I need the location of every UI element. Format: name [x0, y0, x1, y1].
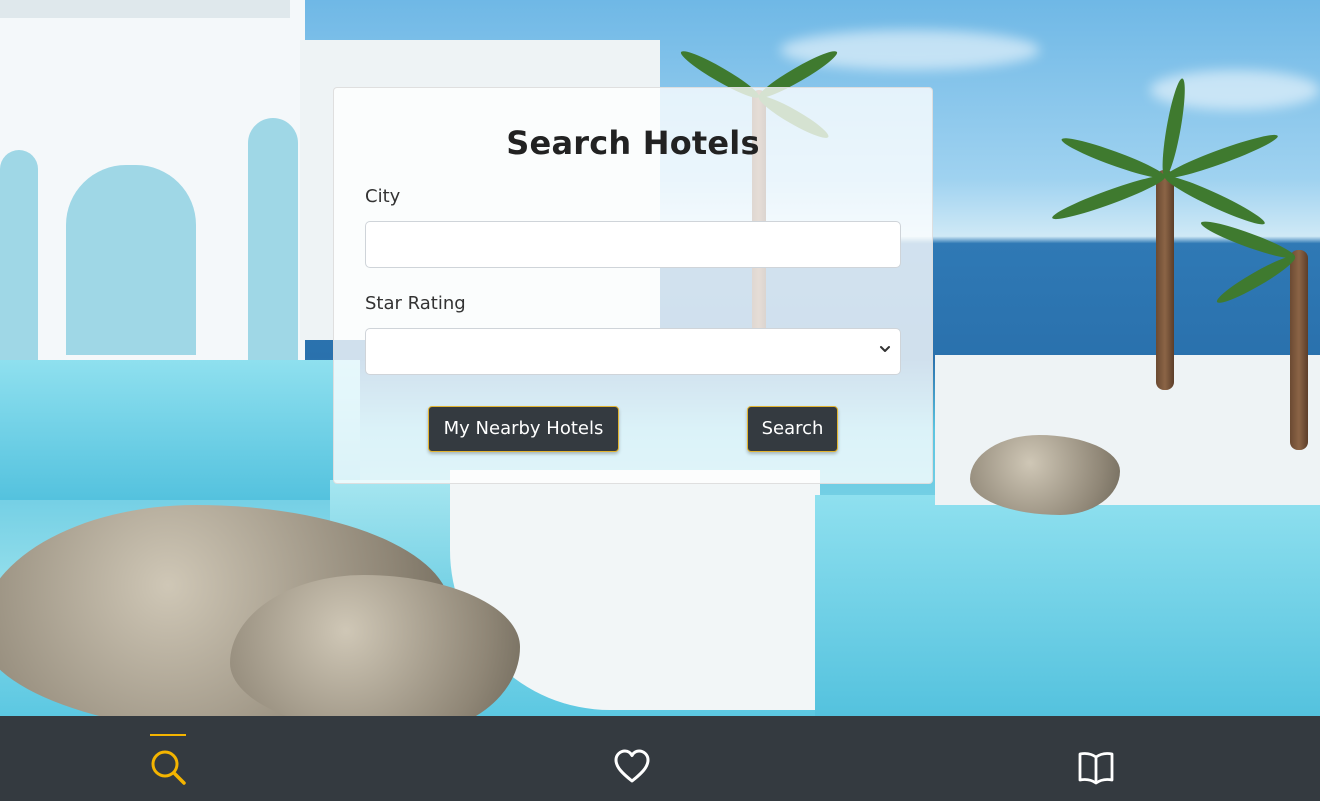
search-card: Search Hotels City Star Rating My Nearby… [333, 87, 933, 484]
pool [0, 360, 360, 500]
search-button[interactable]: Search [747, 406, 838, 452]
search-icon [151, 750, 186, 785]
palm-trunk [1156, 170, 1174, 390]
palm-trunk [1290, 250, 1308, 450]
rock [970, 435, 1120, 515]
arch [0, 150, 38, 385]
palm-frond [1162, 129, 1281, 184]
active-indicator [150, 734, 186, 736]
city-label: City [365, 186, 401, 207]
pool [815, 495, 1320, 716]
nav-item-favorites[interactable] [602, 716, 662, 801]
star-rating-select[interactable] [365, 328, 901, 375]
page-title: Search Hotels [506, 124, 760, 162]
balcony [0, 0, 290, 18]
heart-icon [614, 749, 650, 783]
nearby-hotels-button[interactable]: My Nearby Hotels [428, 406, 619, 452]
nav-item-bookings[interactable] [1066, 716, 1126, 801]
city-input[interactable] [365, 221, 901, 268]
bottom-nav [0, 716, 1320, 801]
palm-frond [1162, 170, 1268, 230]
nav-item-search[interactable] [138, 716, 198, 801]
book-icon [1078, 752, 1114, 785]
palm-frond [1198, 216, 1298, 264]
chevron-down-icon [880, 346, 890, 352]
arch [248, 118, 298, 383]
palm-frond [1213, 250, 1299, 309]
star-rating-label: Star Rating [365, 293, 466, 314]
palm-frond [1059, 132, 1168, 184]
palm-frond [1049, 170, 1168, 225]
arch [66, 165, 196, 355]
